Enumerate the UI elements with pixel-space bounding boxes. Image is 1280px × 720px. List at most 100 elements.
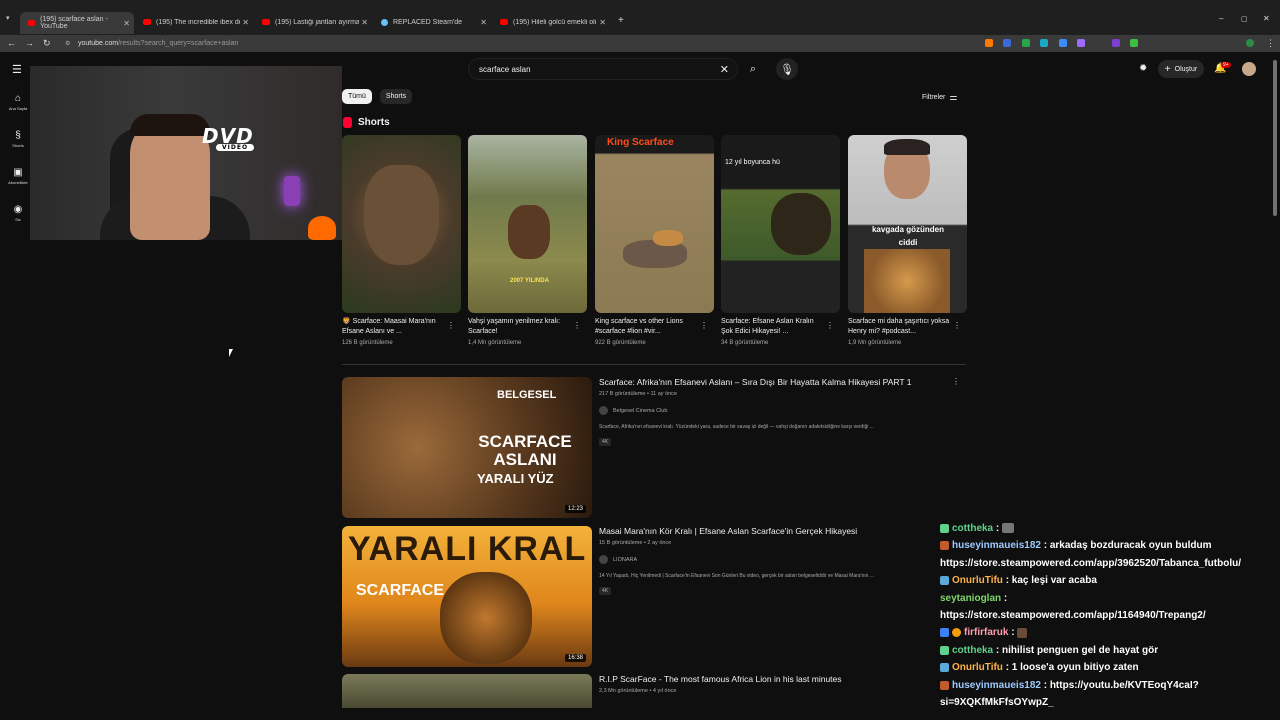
extension-icon[interactable] <box>1059 39 1067 47</box>
video-meta: 217 B görüntüleme • 11 ay önce <box>599 391 677 397</box>
extension-icon[interactable] <box>1040 39 1048 47</box>
avatar[interactable] <box>1242 62 1256 76</box>
extension-icon[interactable] <box>1022 39 1030 47</box>
shorts-logo-icon <box>343 117 352 128</box>
chat-message: seytanioglan : https://store.steampowere… <box>940 590 1270 625</box>
hamburger-menu-icon[interactable]: ☰ <box>12 63 22 76</box>
url-path: /results?search_query=scarface+aslan <box>118 40 239 47</box>
create-button[interactable]: + Oluştur <box>1158 60 1204 78</box>
steam-favicon-icon <box>381 18 388 26</box>
short-thumbnail[interactable] <box>342 135 461 313</box>
forward-icon[interactable]: → <box>25 38 34 48</box>
address-bar[interactable]: ⚙ youtube.com /results?search_query=scar… <box>61 37 941 50</box>
chat-message: huseyinmaueis182 : arkadaş bozduracak oy… <box>940 537 1270 572</box>
chat-text: : kaç leşi var acaba <box>1002 575 1097 587</box>
video-thumbnail[interactable]: BELGESEL SCARFACE ASLANI YARALI YÜZ 12:2… <box>342 377 592 518</box>
reload-icon[interactable]: ↻ <box>43 38 51 49</box>
close-tab-icon[interactable]: ✕ <box>361 18 368 27</box>
notification-badge: 9+ <box>1221 62 1231 68</box>
short-title[interactable]: King scarface vs other Lions #scarface #… <box>595 317 697 337</box>
short-thumbnail[interactable]: 12 yıl boyunca hü <box>721 135 840 313</box>
close-tab-icon[interactable]: ✕ <box>599 18 606 27</box>
extension-icon[interactable] <box>1077 39 1085 47</box>
plus-icon: + <box>1164 63 1171 75</box>
chat-text: : nihilist penguen gel de hayat gör <box>993 644 1159 656</box>
create-label: Oluştur <box>1174 65 1198 73</box>
tab-title: (195) scarface aslan - YouTube <box>40 16 108 30</box>
site-info-icon[interactable]: ⚙ <box>65 40 70 47</box>
chat-message: OnurluTifu : kaç leşi var acaba <box>940 572 1270 589</box>
video-result[interactable]: R.I.P ScarFace - The most famous Africa … <box>342 674 966 708</box>
chat-badge-icon <box>952 628 961 638</box>
close-tab-icon[interactable]: ✕ <box>242 18 249 27</box>
short-card[interactable]: kavgada gözünden ciddi Scarface mi daha … <box>848 135 967 346</box>
close-window-icon[interactable]: ✕ <box>1263 14 1270 23</box>
more-options-icon[interactable]: ⋮ <box>953 321 961 330</box>
youtube-favicon-icon <box>262 19 270 25</box>
clear-search-icon[interactable]: ✕ <box>720 63 729 76</box>
short-card[interactable]: 2007 YILINDA Vahşi yaşamın yenilmez kral… <box>468 135 587 346</box>
video-title[interactable]: Masai Mara'nın Kör Kralı | Efsane Aslan … <box>599 526 959 537</box>
short-title[interactable]: Scarface: Efsane Aslan Kralın Şok Edici … <box>721 317 823 337</box>
mouse-cursor-icon <box>229 349 236 357</box>
more-options-icon[interactable]: ⋮ <box>826 321 834 330</box>
microphone-icon[interactable]: 🎙 <box>776 58 798 80</box>
short-card[interactable]: 12 yıl boyunca hü Scarface: Efsane Aslan… <box>721 135 840 346</box>
channel-link[interactable]: LIONARA <box>599 555 959 564</box>
more-options-icon[interactable]: ⋮ <box>952 377 960 386</box>
back-icon[interactable]: ← <box>7 38 16 48</box>
video-result[interactable]: BELGESEL SCARFACE ASLANI YARALI YÜZ 12:2… <box>342 377 966 518</box>
short-card[interactable]: 🦁 Scarface: Maasai Mara'nın Efsane Aslan… <box>342 135 461 346</box>
more-options-icon[interactable]: ⋮ <box>447 321 455 330</box>
chat-badge-icon <box>940 680 949 690</box>
video-title[interactable]: Scarface: Afrika'nın Efsanevi Aslanı – S… <box>599 377 959 388</box>
maximize-icon[interactable]: ▢ <box>1241 15 1248 23</box>
more-options-icon[interactable]: ⋮ <box>1266 38 1275 49</box>
streamer-hair <box>130 114 210 136</box>
video-duration: 16:38 <box>564 654 586 662</box>
video-result[interactable]: YARALI KRAL SCARFACE 16:38 Masai Mara'nı… <box>342 526 966 667</box>
tab-title: (195) Hileli golcü emekli oli <box>513 18 597 26</box>
short-title[interactable]: Vahşi yaşamın yenilmez kralı: Scarface! <box>468 317 570 337</box>
search-input[interactable]: scarface aslan ✕ <box>468 58 738 80</box>
new-tab-icon[interactable]: + <box>618 15 624 26</box>
page-scrollbar[interactable] <box>1273 60 1277 216</box>
browser-tab-5[interactable]: (195) Hileli golcü emekli oli ✕ <box>500 13 610 31</box>
video-thumbnail[interactable] <box>342 674 592 708</box>
extension-icon[interactable] <box>1112 39 1120 47</box>
thumbnail-text: YARALI KRAL <box>348 530 587 568</box>
chip-shorts[interactable]: Shorts <box>379 89 413 104</box>
short-thumbnail[interactable]: King Scarface <box>595 135 714 313</box>
close-tab-icon[interactable]: ✕ <box>123 19 130 28</box>
lion-shape <box>653 230 683 246</box>
more-options-icon[interactable]: ⋮ <box>700 321 708 330</box>
short-card[interactable]: King Scarface King scarface vs other Lio… <box>595 135 714 346</box>
minimize-icon[interactable]: – <box>1219 14 1223 23</box>
browser-tab-2[interactable]: (195) The incredible ibex defie ✕ <box>143 13 253 31</box>
shorts-heading-text: Shorts <box>358 117 390 128</box>
extension-icon[interactable] <box>1246 39 1254 47</box>
filters-button[interactable]: Filtreler ⚌ <box>922 92 957 103</box>
short-thumbnail[interactable]: kavgada gözünden ciddi <box>848 135 967 313</box>
tab-list-dropdown-icon[interactable]: ▾ <box>6 14 10 22</box>
chip-all[interactable]: Tümü <box>342 89 372 104</box>
video-info: Scarface: Afrika'nın Efsanevi Aslanı – S… <box>599 377 959 448</box>
extension-icon[interactable] <box>1130 39 1138 47</box>
browser-tab-3[interactable]: (195) Lastiği jantları ayırma yön ✕ <box>262 13 372 31</box>
video-thumbnail[interactable]: YARALI KRAL SCARFACE 16:38 <box>342 526 592 667</box>
short-thumbnail[interactable]: 2007 YILINDA <box>468 135 587 313</box>
video-title[interactable]: R.I.P ScarFace - The most famous Africa … <box>599 674 959 685</box>
close-tab-icon[interactable]: ✕ <box>480 18 487 27</box>
short-title[interactable]: 🦁 Scarface: Maasai Mara'nın Efsane Aslan… <box>342 317 444 337</box>
video-meta: 15 B görüntüleme • 2 ay önce <box>599 540 672 546</box>
short-title[interactable]: Scarface mi daha şaşırtıcı yoksa Henry m… <box>848 317 950 337</box>
extension-icon[interactable] <box>985 39 993 47</box>
browser-tab-1[interactable]: (195) scarface aslan - YouTube ✕ <box>20 12 134 34</box>
extension-icon[interactable] <box>1003 39 1011 47</box>
cast-gear-icon[interactable]: ✹ <box>1139 63 1147 74</box>
channel-link[interactable]: Belgesel Cinema Club <box>599 406 959 415</box>
short-views: 126 B görüntüleme <box>342 340 393 346</box>
more-options-icon[interactable]: ⋮ <box>573 321 581 330</box>
browser-tab-4[interactable]: REPLACED Steam'de ✕ <box>381 13 491 31</box>
search-icon[interactable]: ⌕ <box>742 58 764 80</box>
